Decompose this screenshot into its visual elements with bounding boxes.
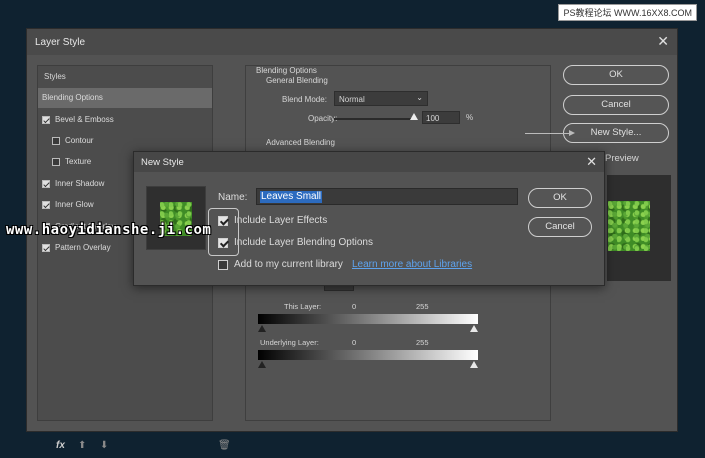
opacity-input[interactable]: 100	[422, 111, 460, 124]
this-layer-min: 0	[352, 302, 357, 311]
advanced-blending-title: Advanced Blending	[266, 138, 335, 147]
blend-mode-select[interactable]: Normal ⌄	[334, 91, 428, 106]
this-layer-black-handle[interactable]	[258, 325, 266, 332]
include-blending-options-label: Include Layer Blending Options	[234, 237, 373, 248]
style-item-label: Bevel & Emboss	[55, 115, 114, 124]
name-label: Name:	[218, 192, 248, 203]
blend-mode-label: Blend Mode:	[282, 95, 327, 104]
styles-header[interactable]: Styles	[44, 72, 66, 81]
pointer-arrow-line	[525, 133, 573, 134]
preview-image	[608, 201, 650, 251]
new-style-title: New Style	[141, 157, 184, 168]
style-item-label: Inner Glow	[55, 200, 94, 209]
style-item[interactable]: Bevel & Emboss	[38, 110, 212, 130]
new-style-ok-button[interactable]: OK	[528, 188, 592, 208]
underlying-layer-gradient	[258, 350, 478, 360]
underlying-white-handle[interactable]	[470, 361, 478, 368]
this-layer-gradient	[258, 314, 478, 324]
preview-label: Preview	[605, 153, 639, 164]
name-input-value: Leaves Small	[260, 191, 323, 203]
learn-more-libraries-link[interactable]: Learn more about Libraries	[352, 259, 472, 270]
checkbox-checked[interactable]	[42, 244, 50, 252]
blend-mode-value: Normal	[339, 95, 365, 104]
chevron-down-icon: ⌄	[416, 93, 423, 102]
underlying-layer-min: 0	[352, 338, 357, 347]
blending-options-title: Blending Options	[256, 66, 317, 75]
style-item-label: Contour	[65, 136, 94, 145]
add-to-library-label: Add to my current library	[234, 259, 343, 270]
checkbox-unchecked[interactable]	[52, 158, 60, 166]
overlay-watermark: www.haoyidianshe.ji.com	[6, 222, 212, 238]
style-item-label: Blending Options	[42, 93, 103, 102]
layer-style-titlebar: Layer Style ✕	[27, 29, 677, 55]
pointer-arrow-icon	[569, 130, 575, 136]
checkbox-unchecked[interactable]	[52, 137, 60, 145]
style-item-label: Inner Shadow	[55, 179, 105, 188]
move-up-icon[interactable]: ⬆	[78, 440, 86, 451]
cancel-button[interactable]: Cancel	[563, 95, 669, 115]
style-item-label: Texture	[65, 157, 92, 166]
new-style-dialog: New Style ✕ Name: Leaves Small Include L…	[133, 151, 605, 286]
new-style-titlebar: New Style ✕	[134, 152, 604, 172]
name-input[interactable]: Leaves Small	[256, 188, 518, 205]
ok-button[interactable]: OK	[563, 65, 669, 85]
this-layer-label: This Layer:	[284, 302, 322, 311]
checkbox-unchecked[interactable]	[218, 260, 228, 270]
checkbox-highlight-frame	[208, 208, 239, 256]
new-style-cancel-button[interactable]: Cancel	[528, 217, 592, 237]
site-watermark: PS教程论坛 WWW.16XX8.COM	[558, 4, 697, 21]
include-layer-effects-label: Include Layer Effects	[234, 215, 328, 226]
checkbox-checked[interactable]	[42, 116, 50, 124]
style-item[interactable]: Contour	[38, 131, 212, 151]
close-icon[interactable]: ✕	[586, 154, 597, 170]
this-layer-max: 255	[416, 302, 429, 311]
fx-icon[interactable]: fx	[56, 440, 65, 451]
this-layer-white-handle[interactable]	[470, 325, 478, 332]
move-down-icon[interactable]: ⬇	[100, 440, 108, 451]
opacity-label: Opacity:	[308, 114, 338, 123]
underlying-black-handle[interactable]	[258, 361, 266, 368]
trash-icon[interactable]: 🗑	[218, 440, 231, 451]
underlying-layer-label: Underlying Layer:	[260, 338, 319, 347]
opacity-unit: %	[466, 113, 474, 122]
checkbox-checked[interactable]	[42, 201, 50, 209]
dialog-title: Layer Style	[35, 37, 86, 48]
style-item[interactable]: Blending Options	[38, 88, 212, 108]
opacity-slider-track[interactable]	[334, 118, 416, 120]
opacity-slider-handle[interactable]	[410, 113, 418, 120]
new-style-button[interactable]: New Style...	[563, 123, 669, 143]
close-icon[interactable]: ✕	[657, 33, 669, 50]
style-item-label: Pattern Overlay	[55, 243, 111, 252]
underlying-layer-max: 255	[416, 338, 429, 347]
checkbox-checked[interactable]	[42, 180, 50, 188]
general-blending-title: General Blending	[266, 76, 328, 85]
